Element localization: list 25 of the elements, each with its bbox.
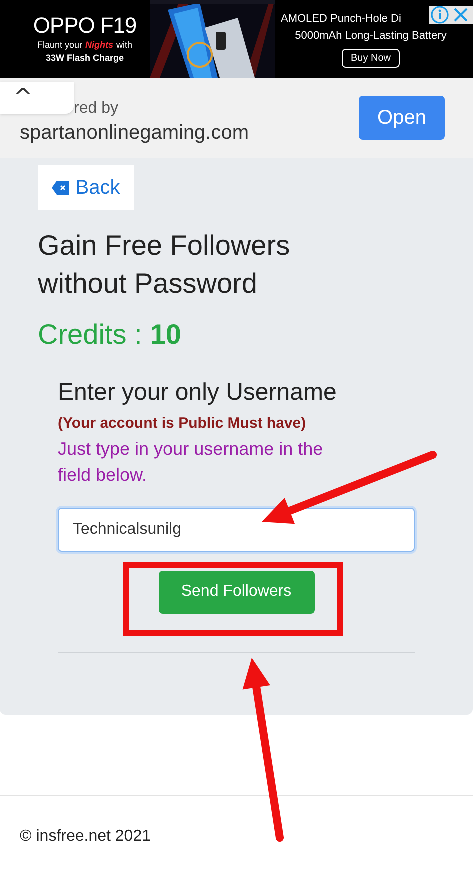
credits-value: 10 (150, 318, 182, 352)
close-icon[interactable] (453, 7, 469, 23)
back-button[interactable]: Back (38, 165, 134, 210)
open-button[interactable]: Open (359, 96, 445, 140)
ad-subline: 33W Flash Charge (46, 52, 124, 65)
ad-tagline: with (116, 38, 133, 52)
page-title: without Password (38, 267, 258, 301)
footer-text: © insfree.net 2021 (20, 828, 151, 845)
ad-tagline: Flaunt your (37, 38, 82, 52)
form-heading: Enter your only Username (58, 378, 338, 408)
ad-tagline: Nights (86, 38, 114, 52)
page-title: Gain Free Followers (38, 229, 292, 263)
backspace-icon (52, 180, 70, 194)
username-field[interactable]: Technicalsunilg (58, 508, 415, 552)
ad-feature: 5000mAh Long-Lasting Battery (295, 28, 447, 44)
ad-headline: OPPO F19 (33, 12, 137, 38)
buy-now-button[interactable]: Buy Now (342, 48, 400, 68)
instruction-text: Just type in your username in the field below. (58, 438, 324, 486)
ad-feature: AMOLED Punch-Hole Di (280, 12, 402, 26)
credits-label: Credits : (38, 318, 142, 352)
collapse-button[interactable]: ^ (0, 82, 74, 114)
sponsor-domain: spartanonlinegaming.com (20, 121, 250, 146)
warning-text: (Your account is Public Must have) (58, 414, 308, 434)
info-icon[interactable] (431, 6, 449, 24)
sponsor-label: red by (73, 99, 120, 119)
